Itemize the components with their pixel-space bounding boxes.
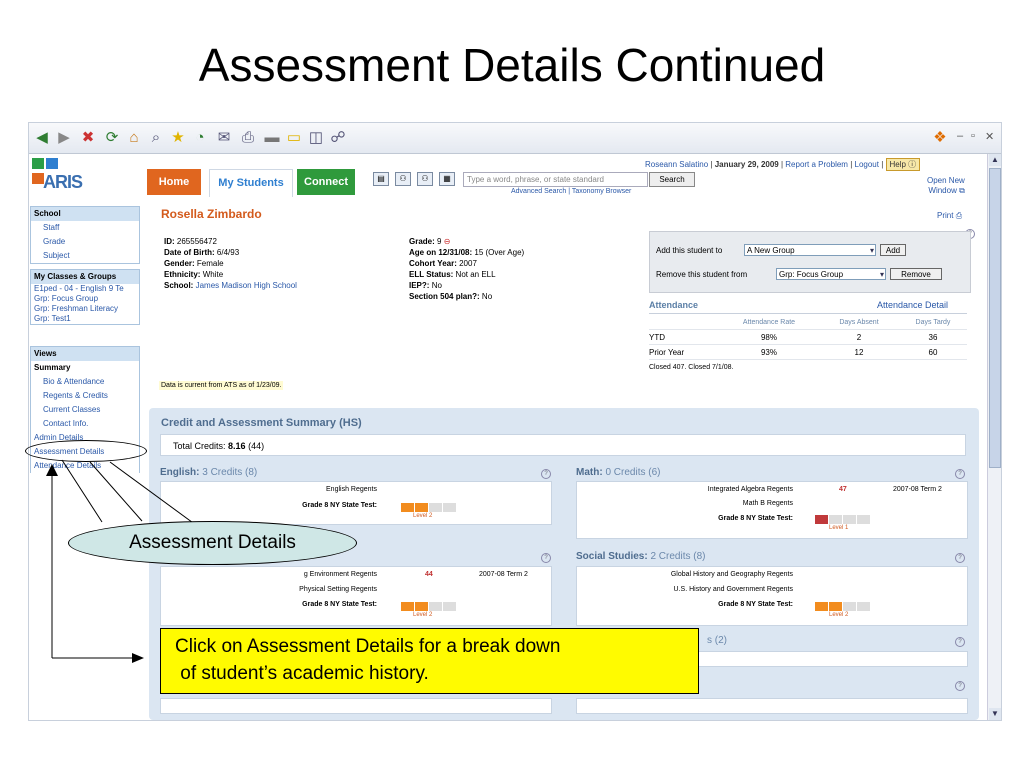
pointer-line: [109, 461, 201, 529]
arrow-head-up: [46, 464, 58, 476]
assessment-details-callout: Assessment Details: [68, 521, 357, 565]
instruction-line1: Click on Assessment Details for a break …: [175, 636, 561, 657]
assessment-details-highlight: [25, 440, 147, 462]
arrow-head-right: [132, 653, 144, 663]
instruction-note: Click on Assessment Details for a break …: [160, 628, 699, 694]
instruction-line2: of student’s academic history.: [175, 663, 429, 684]
pointer-line: [89, 461, 143, 522]
